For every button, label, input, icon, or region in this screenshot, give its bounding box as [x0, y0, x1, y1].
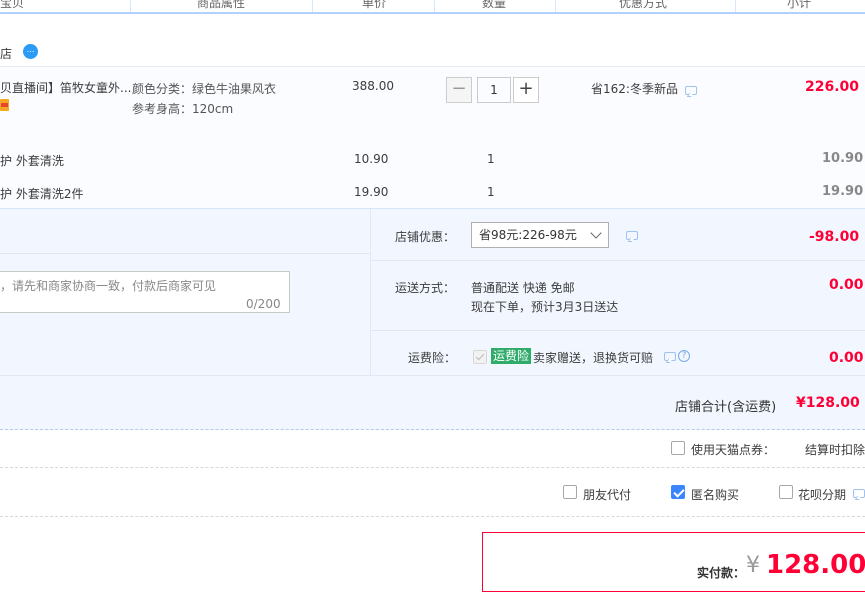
shipping-eta: 现在下单，预计3月3日送达: [471, 300, 619, 314]
col-header-qty: 数量: [482, 0, 507, 10]
huabei-label: 花呗分期: [798, 488, 847, 502]
service-price: 10.90: [354, 152, 389, 166]
discount-label: 店铺优惠：: [395, 230, 456, 244]
col-header-attrs: 商品属性: [197, 0, 246, 10]
service-subtotal: 19.90: [822, 184, 864, 199]
settle-deduct-text: 结算时扣除: [805, 443, 865, 457]
payment-amount: 128.00: [766, 550, 865, 580]
friend-pay-label: 朋友代付: [583, 488, 632, 502]
payment-currency: ¥: [746, 553, 760, 578]
payment-label: 实付款：: [697, 566, 746, 580]
service-qty: 1: [487, 185, 495, 199]
divider: [0, 467, 865, 469]
anonymous-label: 匿名购买: [691, 488, 740, 502]
item-attr-color: 颜色分类：绿色牛油果风衣: [132, 82, 277, 96]
service-name: 护 外套清洗: [0, 154, 64, 168]
discount-select-value: 省98元:226-98元: [479, 228, 577, 242]
col-header-price: 单价: [362, 0, 387, 10]
insurance-text: 卖家赠送，退换货可赔: [533, 351, 654, 365]
discount-amount: -98.00: [809, 229, 860, 245]
panel-divider: [371, 330, 865, 331]
insurance-tag: 运费险: [491, 348, 532, 364]
chat-bubble-icon[interactable]: ⋯: [23, 44, 38, 59]
insurance-checkbox: [473, 350, 487, 364]
col-header-subtotal: 小计: [787, 0, 812, 10]
panel-divider: [371, 260, 865, 261]
service-qty: 1: [487, 152, 495, 166]
merchant-badge-icon: [0, 99, 9, 111]
qty-input[interactable]: 1: [477, 77, 511, 103]
chevron-down-icon: [590, 227, 602, 239]
tmall-coupon-checkbox[interactable]: [671, 441, 685, 455]
shipping-label: 运送方式：: [395, 281, 456, 295]
item-title[interactable]: 贝直播间】笛牧女童外...: [0, 79, 131, 96]
comment-icon[interactable]: [626, 231, 638, 240]
item-promo: 省162:冬季新品: [591, 82, 678, 96]
service-name: 护 外套清洗2件: [0, 187, 84, 201]
col-header-promo: 优惠方式: [619, 0, 668, 10]
header-divider: [555, 0, 556, 12]
col-header-item: 宝贝: [0, 0, 25, 10]
insurance-amount: 0.00: [829, 350, 864, 366]
header-divider: [130, 0, 131, 12]
shipping-method: 普通配送 快递 免邮: [471, 281, 575, 295]
shop-total-label: 店铺合计(含运费): [675, 400, 777, 415]
message-placeholder: ，请先和商家协商一致，付款后商家可见: [0, 279, 217, 293]
huabei-checkbox[interactable]: [779, 485, 793, 499]
panel-divider: [0, 253, 370, 254]
header-underline: [0, 12, 865, 14]
insurance-label: 运费险：: [408, 351, 457, 365]
divider: [0, 516, 865, 518]
panel-divider: [0, 375, 865, 376]
shop-name[interactable]: 店: [0, 45, 12, 62]
qty-increase-button[interactable]: +: [513, 77, 539, 103]
comment-icon[interactable]: [685, 86, 697, 95]
qty-decrease-button[interactable]: −: [446, 77, 472, 103]
header-divider: [434, 0, 435, 12]
comment-icon[interactable]: [853, 489, 865, 498]
shipping-amount: 0.00: [829, 277, 864, 293]
item-subtotal: 226.00: [805, 79, 860, 95]
friend-pay-checkbox[interactable]: [563, 485, 577, 499]
shop-total: ¥128.00: [796, 395, 860, 411]
header-divider: [312, 0, 313, 12]
panel-divider: [370, 209, 371, 375]
service-subtotal: 10.90: [822, 151, 864, 166]
anonymous-checkbox[interactable]: [671, 485, 685, 499]
item-attr-height: 参考身高：120cm: [132, 102, 234, 116]
message-counter: 0/200: [246, 297, 281, 311]
comment-icon[interactable]: [664, 352, 676, 361]
help-icon[interactable]: ?: [678, 350, 690, 362]
item-price: 388.00: [352, 79, 394, 93]
service-price: 19.90: [354, 185, 389, 199]
discount-select[interactable]: 省98元:226-98元: [471, 222, 609, 248]
header-divider: [735, 0, 736, 12]
tmall-coupon-label: 使用天猫点券：: [691, 443, 776, 457]
